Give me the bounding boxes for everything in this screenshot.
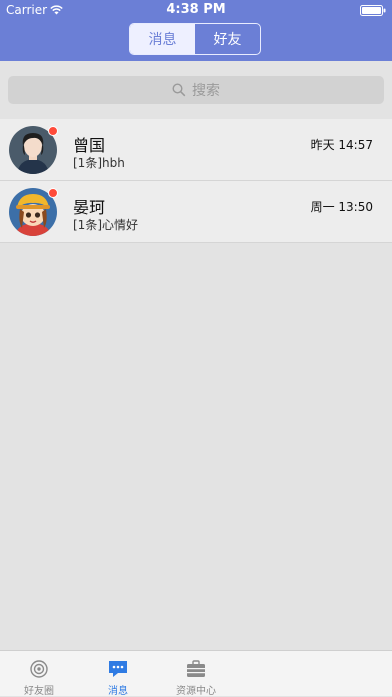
search-input[interactable]: 搜索 xyxy=(8,76,384,104)
tab-messages[interactable]: 消息 xyxy=(79,651,157,697)
friends-circle-icon xyxy=(30,660,48,678)
status-bar: Carrier 4:38 PM xyxy=(0,0,392,20)
unread-dot xyxy=(48,188,58,198)
conversation-name: 晏珂 xyxy=(73,198,106,217)
segment-friends[interactable]: 好友 xyxy=(195,24,260,54)
tab-resource-center[interactable]: 资源中心 xyxy=(157,651,235,697)
conversation-time: 昨天 14:57 xyxy=(310,138,373,152)
tab-bar: 好友圈 消息 资源中心 xyxy=(0,650,392,697)
conversation-preview: [1条]hbh xyxy=(73,156,125,170)
chat-bubble-icon xyxy=(109,661,127,677)
tab-friends-circle[interactable]: 好友圈 xyxy=(0,651,78,697)
conversation-list: 曾国 [1条]hbh 昨天 14:57 晏珂 [1条]心情好 周一 13:50 xyxy=(0,119,392,243)
tab-label: 好友圈 xyxy=(24,686,54,697)
conversation-name: 曾国 xyxy=(73,136,106,155)
conversation-preview: [1条]心情好 xyxy=(73,218,138,232)
briefcase-icon xyxy=(187,660,205,677)
segment-messages[interactable]: 消息 xyxy=(130,24,195,54)
conversation-row[interactable]: 曾国 [1条]hbh 昨天 14:57 xyxy=(0,119,392,181)
search-icon xyxy=(172,83,186,97)
unread-dot xyxy=(48,126,58,136)
navigation-bar: Carrier 4:38 PM 消息 好友 xyxy=(0,0,392,61)
segmented-control: 消息 好友 xyxy=(129,23,261,55)
search-placeholder: 搜索 xyxy=(192,83,220,99)
tab-label: 资源中心 xyxy=(176,686,216,697)
conversation-row[interactable]: 晏珂 [1条]心情好 周一 13:50 xyxy=(0,181,392,243)
search-bar: 搜索 xyxy=(0,61,392,119)
status-time: 4:38 PM xyxy=(166,2,226,17)
battery-icon xyxy=(360,5,386,16)
conversation-time: 周一 13:50 xyxy=(310,200,373,214)
tab-label: 消息 xyxy=(108,686,128,697)
